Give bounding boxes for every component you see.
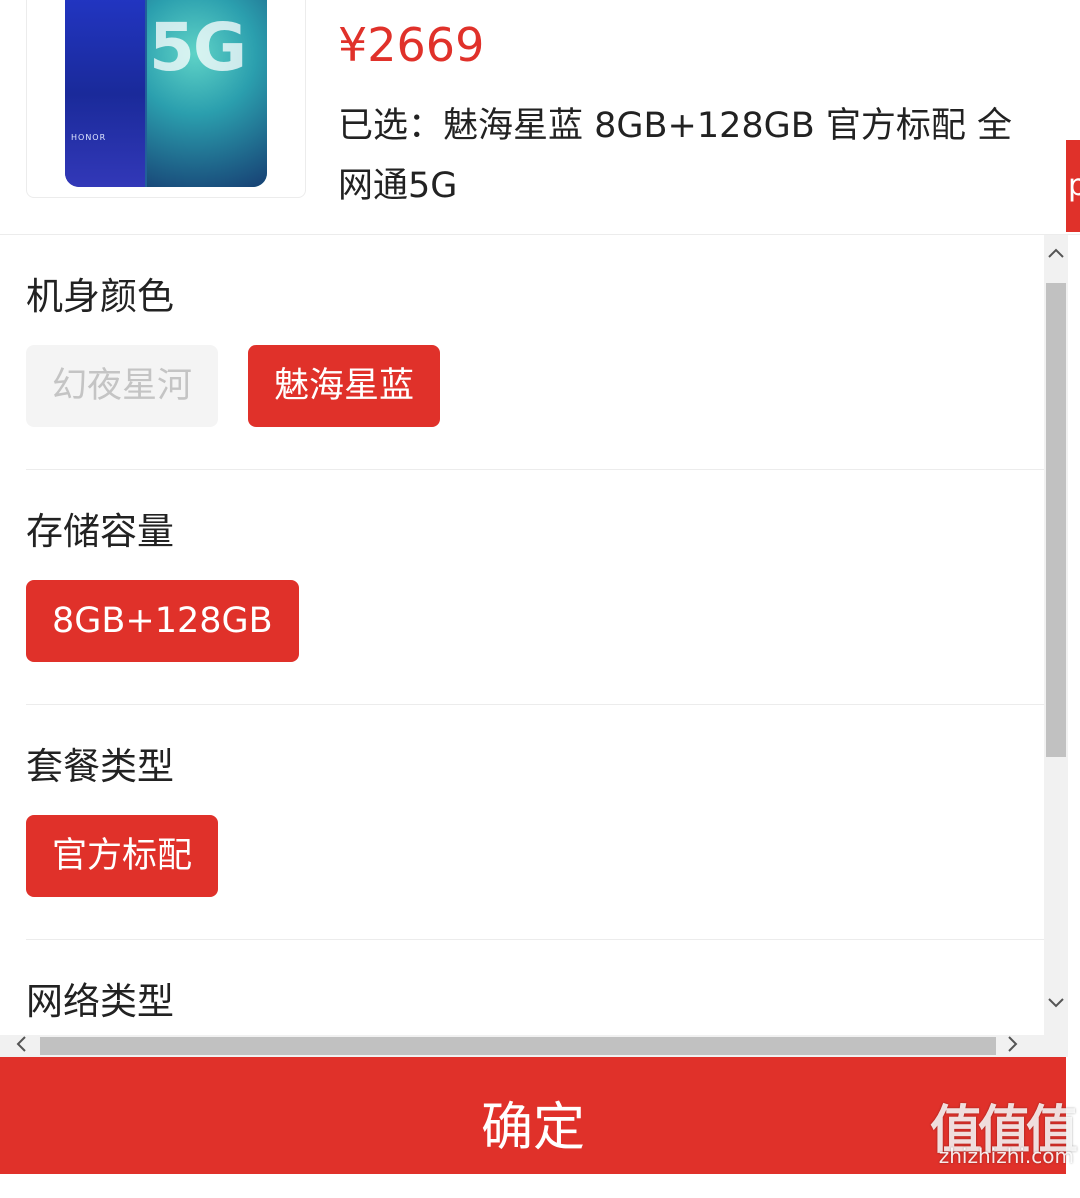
product-thumbnail: HONOR 5G xyxy=(26,0,306,198)
section-title: 存储容量 xyxy=(26,510,174,553)
horizontal-scroll-thumb[interactable] xyxy=(40,1037,996,1055)
section-title: 网络类型 xyxy=(26,980,174,1023)
option-group: 8GB+128GB xyxy=(26,558,1044,704)
watermark-logo: 值值值 zhizhizhi.com xyxy=(924,1088,1078,1168)
left-arrow-icon[interactable] xyxy=(6,1035,36,1057)
option-button-selected[interactable]: 官方标配 xyxy=(26,815,219,897)
product-price: ¥2669 xyxy=(338,18,485,72)
spec-options-list[interactable]: 机身颜色 幻夜星河 魅海星蓝 存储容量 8GB+128GB 套餐类型 官方标配 … xyxy=(0,235,1044,1035)
phone-image: HONOR 5G xyxy=(65,0,267,187)
section-network: 网络类型 xyxy=(26,940,1044,1028)
section-title: 套餐类型 xyxy=(26,745,174,788)
section-storage: 存储容量 8GB+128GB xyxy=(26,470,1044,705)
section-title: 机身颜色 xyxy=(26,275,174,318)
phone-brand-text: HONOR xyxy=(71,133,107,142)
down-arrow-icon[interactable] xyxy=(1044,989,1068,1017)
confirm-button[interactable]: 确定 xyxy=(0,1057,1066,1174)
option-button-selected[interactable]: 8GB+128GB xyxy=(26,580,299,662)
watermark-domain: zhizhizhi.com xyxy=(938,1144,1074,1168)
vertical-scrollbar[interactable] xyxy=(1044,235,1068,1035)
section-package: 套餐类型 官方标配 xyxy=(26,705,1044,940)
up-arrow-icon[interactable] xyxy=(1044,239,1068,267)
phone-back xyxy=(65,0,145,187)
right-arrow-icon[interactable] xyxy=(998,1035,1028,1057)
section-color: 机身颜色 幻夜星河 魅海星蓝 xyxy=(26,235,1044,470)
side-tab[interactable]: p xyxy=(1066,140,1080,232)
option-group: 官方标配 xyxy=(26,793,1044,939)
side-tab-label: p xyxy=(1068,168,1080,203)
scrollbar-corner xyxy=(1044,1035,1068,1057)
option-button-selected[interactable]: 魅海星蓝 xyxy=(248,345,441,427)
selected-spec-summary: 已选：魅海星蓝 8GB+128GB 官方标配 全网通5G xyxy=(338,106,1013,206)
phone-5g-text: 5G xyxy=(149,9,247,86)
option-button-disabled[interactable]: 幻夜星河 xyxy=(26,345,219,427)
vertical-scroll-thumb[interactable] xyxy=(1046,283,1066,757)
option-group: 幻夜星河 魅海星蓝 xyxy=(26,323,1044,469)
product-header: HONOR 5G ¥2669 已选：魅海星蓝 8GB+128GB 官方标配 全网… xyxy=(0,0,1080,235)
horizontal-scrollbar[interactable] xyxy=(0,1035,1044,1057)
